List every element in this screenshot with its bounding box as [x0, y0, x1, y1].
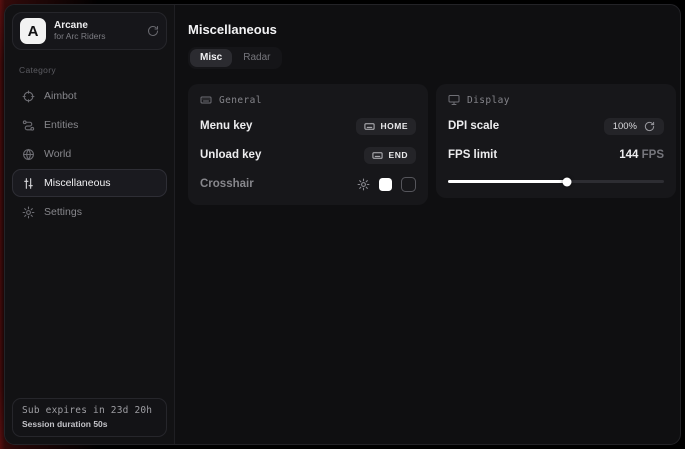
sidebar-nav: Aimbot Entities World — [12, 82, 167, 226]
sidebar-item-label: Aimbot — [44, 90, 77, 102]
display-card-header: Display — [448, 94, 664, 106]
cards-row: General Menu key HOME Unload key — [188, 84, 676, 205]
sub-expiry-text: Sub expires in 23d 20h — [22, 405, 157, 416]
keyboard-icon — [372, 150, 383, 161]
category-label: Category — [19, 65, 160, 75]
session-duration-text: Session duration 50s — [22, 419, 157, 429]
sync-icon[interactable] — [147, 25, 159, 37]
main-content: Miscellaneous Misc Radar General — [175, 5, 681, 444]
unload-key-bind-button[interactable]: END — [364, 147, 416, 164]
keyboard-icon — [200, 94, 212, 106]
fps-unit: FPS — [642, 149, 664, 161]
page-title: Miscellaneous — [188, 22, 676, 37]
dpi-scale-select[interactable]: 100% — [604, 118, 664, 135]
crosshair-icon — [22, 90, 35, 103]
crosshair-color-swatch[interactable] — [379, 178, 392, 191]
sidebar-item-aimbot[interactable]: Aimbot — [12, 82, 167, 110]
globe-icon — [22, 148, 35, 161]
crosshair-label: Crosshair — [200, 178, 254, 190]
keyboard-icon — [364, 121, 375, 132]
sidebar-item-label: Miscellaneous — [44, 177, 111, 189]
crosshair-checkbox[interactable] — [401, 177, 416, 192]
display-card-title: Display — [467, 95, 510, 106]
crosshair-settings-gear-icon[interactable] — [357, 178, 370, 191]
menu-key-row: Menu key HOME — [200, 117, 416, 135]
subscription-card: Sub expires in 23d 20h Session duration … — [12, 398, 167, 437]
gear-icon — [22, 206, 35, 219]
app-window: A Arcane for Arc Riders Category Aimbot — [4, 4, 681, 445]
crosshair-controls — [357, 177, 416, 192]
unload-key-value: END — [389, 150, 408, 160]
tab-bar: Misc Radar — [188, 47, 282, 69]
sidebar-item-settings[interactable]: Settings — [12, 198, 167, 226]
dpi-scale-row: DPI scale 100% — [448, 117, 664, 135]
dpi-scale-label: DPI scale — [448, 120, 499, 132]
slider-fill — [448, 180, 567, 183]
crosshair-row: Crosshair — [200, 175, 416, 193]
fps-limit-value: 144 FPS — [619, 149, 664, 161]
brand-subtitle: for Arc Riders — [54, 32, 139, 42]
sidebar-item-world[interactable]: World — [12, 140, 167, 168]
general-card-header: General — [200, 94, 416, 106]
sliders-icon — [22, 177, 35, 190]
slider-thumb[interactable] — [562, 177, 571, 186]
display-card: Display DPI scale 100% FPS limit — [436, 84, 676, 198]
unload-key-label: Unload key — [200, 149, 261, 161]
menu-key-bind-button[interactable]: HOME — [356, 118, 417, 135]
brand-text: Arcane for Arc Riders — [54, 20, 139, 41]
monitor-icon — [448, 94, 460, 106]
app-logo: A — [20, 18, 46, 44]
general-card-title: General — [219, 95, 262, 106]
general-card: General Menu key HOME Unload key — [188, 84, 428, 205]
menu-key-label: Menu key — [200, 120, 252, 132]
unload-key-row: Unload key END — [200, 146, 416, 164]
fps-limit-row: FPS limit 144 FPS — [448, 146, 664, 164]
sidebar-item-label: Entities — [44, 119, 78, 131]
waypoints-icon — [22, 119, 35, 132]
sidebar: A Arcane for Arc Riders Category Aimbot — [5, 5, 175, 444]
sidebar-item-label: World — [44, 148, 71, 160]
tab-radar[interactable]: Radar — [233, 49, 280, 67]
sidebar-item-entities[interactable]: Entities — [12, 111, 167, 139]
fps-limit-slider[interactable] — [448, 177, 664, 186]
sidebar-item-label: Settings — [44, 206, 82, 218]
dpi-scale-value: 100% — [613, 121, 637, 132]
tab-misc[interactable]: Misc — [190, 49, 232, 67]
fps-limit-label: FPS limit — [448, 149, 497, 161]
sidebar-item-miscellaneous[interactable]: Miscellaneous — [12, 169, 167, 197]
menu-key-value: HOME — [381, 121, 409, 131]
refresh-icon[interactable] — [644, 121, 655, 132]
brand-card: A Arcane for Arc Riders — [12, 12, 167, 50]
